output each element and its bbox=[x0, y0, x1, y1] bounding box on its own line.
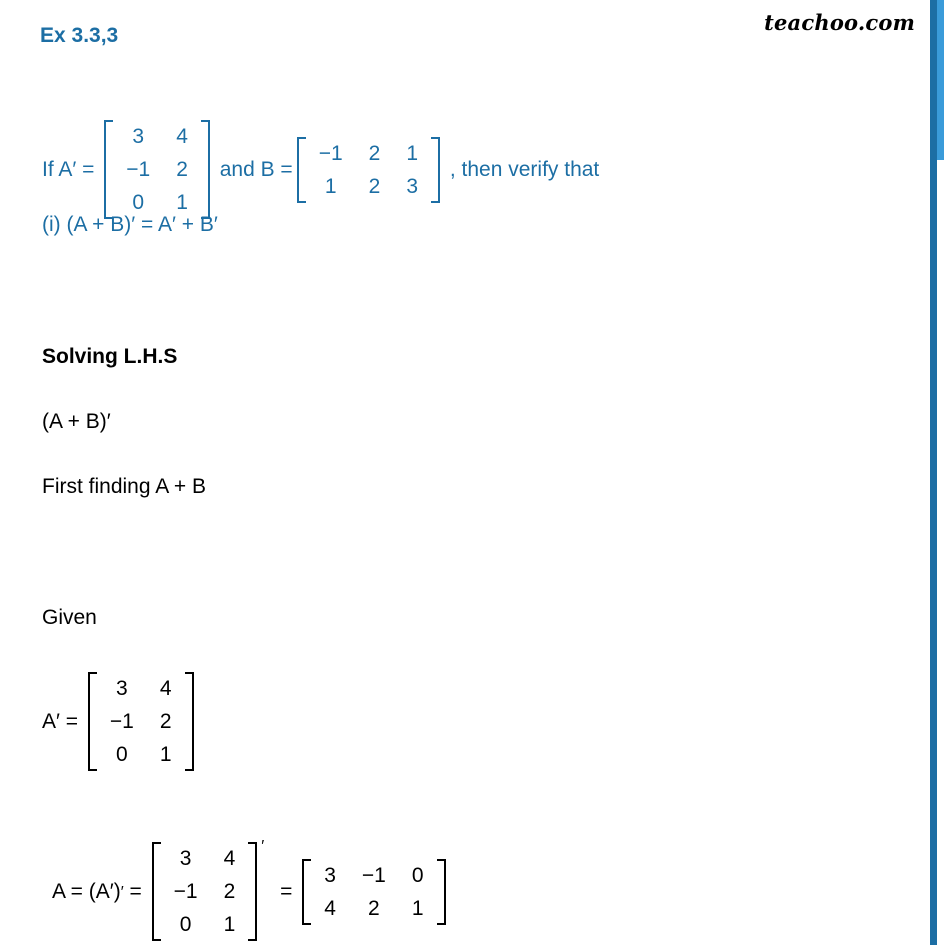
bracket-left-icon bbox=[87, 672, 97, 772]
question-statement: If A′ = 3 4 −1 2 0 1 and B = −1 2 1 1 2 … bbox=[42, 120, 600, 220]
matrix-a-result: 3 −1 0 4 2 1 bbox=[302, 858, 446, 925]
matrix-a-transpose-given: 3 4 −1 2 0 1 bbox=[87, 672, 194, 772]
question-part-i: (i) (A + B)′ = A′ + B′ bbox=[42, 213, 218, 236]
matrix-cell: 1 bbox=[406, 141, 419, 165]
given-matrix-line: A′ = 3 4 −1 2 0 1 bbox=[42, 672, 198, 772]
matrix-cell: 1 bbox=[411, 896, 424, 920]
solving-lhs-heading: Solving L.H.S bbox=[42, 345, 178, 368]
derivation-equals-1: = bbox=[123, 879, 148, 903]
matrix-cell: 4 bbox=[223, 847, 236, 870]
matrix-cell: 2 bbox=[223, 880, 236, 904]
question-suffix: , then verify that bbox=[444, 157, 600, 181]
matrix-cell: −1 bbox=[126, 158, 151, 182]
bracket-left-icon bbox=[151, 842, 161, 942]
right-edge-white-bar bbox=[937, 160, 944, 945]
matrix-cell: 3 bbox=[324, 863, 336, 887]
bracket-right-icon bbox=[200, 120, 210, 220]
watermark-teachoo: teachoo.com bbox=[764, 10, 915, 35]
first-finding-text: First finding A + B bbox=[42, 475, 207, 498]
page-title: Ex 3.3,3 bbox=[40, 24, 119, 47]
expression-a-plus-b-transpose: (A + B)′ bbox=[42, 410, 111, 433]
bracket-left-icon bbox=[104, 120, 114, 220]
bracket-right-icon bbox=[248, 842, 258, 942]
matrix-cell: 3 bbox=[132, 125, 145, 148]
matrix-a-transpose-derivation: 3 4 −1 2 0 1 bbox=[151, 842, 258, 942]
matrix-cell: −1 bbox=[361, 863, 386, 887]
matrix-cell: −1 bbox=[173, 880, 198, 904]
bracket-left-icon bbox=[296, 136, 306, 203]
bracket-right-icon bbox=[184, 672, 194, 772]
matrix-cell: 2 bbox=[159, 710, 172, 734]
bracket-right-icon bbox=[431, 136, 441, 203]
matrix-cell: 2 bbox=[368, 141, 381, 165]
matrix-cell: 1 bbox=[223, 913, 236, 937]
matrix-cell: 0 bbox=[116, 743, 128, 767]
matrix-cell: 1 bbox=[324, 174, 337, 198]
derivation-line: A = (A′) ′ = 3 4 −1 2 0 1 ′ = 3 −1 0 4 2… bbox=[52, 838, 450, 942]
question-middle: and B = bbox=[213, 157, 293, 181]
matrix-a-transpose: 3 4 −1 2 0 1 bbox=[104, 120, 210, 220]
matrix-cell: −1 bbox=[318, 141, 343, 165]
matrix-cell: 3 bbox=[179, 847, 192, 870]
matrix-cell: 0 bbox=[411, 863, 424, 887]
matrix-cell: 4 bbox=[176, 125, 188, 148]
matrix-cell: 4 bbox=[159, 677, 172, 700]
prime-symbol: ′ bbox=[261, 838, 265, 855]
matrix-cell: 2 bbox=[368, 174, 381, 198]
matrix-b: −1 2 1 1 2 3 bbox=[296, 136, 441, 203]
right-edge-dark-bar bbox=[930, 0, 937, 945]
matrix-cell: 0 bbox=[179, 913, 192, 937]
matrix-cell: 1 bbox=[159, 743, 172, 767]
matrix-cell: 2 bbox=[176, 158, 188, 182]
matrix-cell: 2 bbox=[368, 896, 380, 920]
bracket-right-icon bbox=[436, 858, 446, 925]
right-edge-accent-bar bbox=[937, 0, 944, 160]
matrix-cell: 3 bbox=[116, 677, 128, 700]
derivation-equals-2: = bbox=[274, 879, 299, 903]
bracket-left-icon bbox=[302, 858, 312, 925]
document-page: teachoo.com Ex 3.3,3 If A′ = 3 4 −1 2 0 … bbox=[0, 0, 945, 945]
question-prefix: If A′ = bbox=[42, 157, 101, 181]
matrix-cell: −1 bbox=[109, 710, 134, 734]
matrix-cell: 3 bbox=[406, 174, 419, 198]
derivation-label: A = (A′) bbox=[52, 879, 121, 903]
matrix-cell: 4 bbox=[324, 896, 336, 920]
given-label: Given bbox=[42, 606, 97, 629]
given-matrix-label: A′ = bbox=[42, 709, 84, 733]
